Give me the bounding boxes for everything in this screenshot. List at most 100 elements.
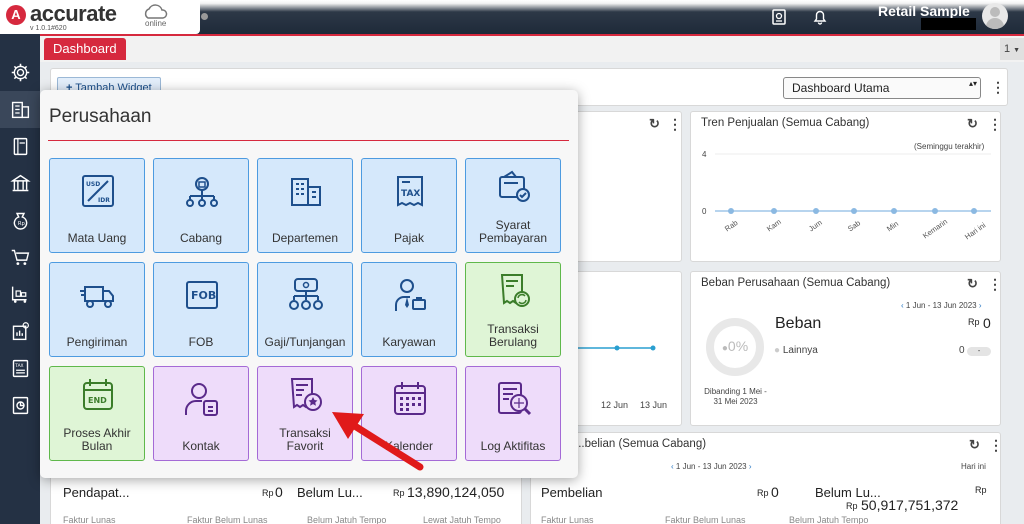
pembelian-today: Hari ini [961,462,986,471]
tren-line-chart [715,153,991,214]
refresh-icon[interactable]: ↻ [969,437,980,453]
tile-karyawan[interactable]: Karyawan [361,262,457,357]
report-icon [12,396,28,415]
belum-lunas-label: Belum Lu... [297,485,363,500]
svg-text:END: END [88,396,107,405]
tile-transaksi-berulang[interactable]: Transaksi Berulang [465,262,561,357]
sidebar-item-settings[interactable] [0,54,40,91]
book-icon [13,137,27,156]
tile-pajak[interactable]: TAX Pajak [361,158,457,253]
tile-label: Mata Uang [67,231,127,245]
beban-title: Beban Perusahaan (Semua Cabang) [701,277,891,289]
beban-range-label: 1 Jun - 13 Jun 2023 [905,301,977,310]
pendapatan-value: 0 [275,484,283,500]
activity-log-icon [498,382,532,416]
svg-text:Rp: Rp [17,221,25,227]
tile-label: Pengiriman [66,335,128,349]
tile-label: Cabang [179,231,223,245]
sidebar: Rp TAX [0,34,40,524]
tile-cabang[interactable]: Cabang [153,158,249,253]
tile-departemen[interactable]: Departemen [257,158,353,253]
svg-text:USD: USD [86,181,100,188]
widget-beban-perusahaan: Beban Perusahaan (Semua Cabang) ↻ ⋮ ‹ 1 … [690,271,1001,426]
company-name[interactable]: Retail Sample [878,3,970,19]
sidebar-item-tax[interactable]: TAX [0,350,40,387]
logo[interactable]: A accurate online v 1.0.1#620 [0,0,200,34]
chevron-down-icon: ▼ [1013,47,1021,54]
payment-terms-icon [499,170,530,202]
inbox-icon[interactable] [770,8,788,26]
tile-syarat-pembayaran[interactable]: Syarat Pembayaran [465,158,561,253]
dashboard-select[interactable]: Dashboard Utama [783,77,981,99]
tile-label: Log Aktifitas [480,439,546,453]
belum-lunas-currency: Rp [393,488,405,498]
sidebar-item-assets[interactable] [0,313,40,350]
tile-mata-uang[interactable]: USD IDR Mata Uang [49,158,145,253]
buildings-icon [291,178,321,206]
tile-gaji-tunjangan[interactable]: Gaji/Tunjangan [257,262,353,357]
building-chart-icon [12,322,29,341]
company-icon [11,101,29,119]
pendapatan-currency: Rp [262,488,274,498]
beban-other-amount: 0 [959,345,965,356]
money-bag-icon: Rp [13,212,27,230]
tile-label: Gaji/Tunjangan [264,335,346,349]
tab-dashboard[interactable]: Dashboard [44,38,126,60]
recurring-transaction-icon [500,274,530,307]
tile-label: Pajak [393,231,425,245]
logo-sub: online [145,19,167,28]
pembelian-range[interactable]: ‹ 1 Jun - 13 Jun 2023 › [671,462,752,471]
svg-text:IDR: IDR [98,197,110,204]
toolbar-menu-icon[interactable]: ⋮ [991,80,1005,94]
widget-menu-icon[interactable]: ⋮ [668,117,681,131]
tax-icon: TAX [12,359,28,378]
perusahaan-menu: Perusahaan USD IDR Mata Uang Cabang Depar… [40,90,578,478]
version-label: v 1.0.1#620 [30,25,67,32]
tile-label: Syarat Pembayaran [478,218,548,245]
sidebar-item-reports[interactable] [0,387,40,424]
pembelian-label: Pembelian [541,485,603,500]
foot-label: Faktur Belum Lunas [665,515,746,524]
tile-fob[interactable]: FOB FOB [153,262,249,357]
foot-label: Faktur Lunas [63,515,116,524]
bank-icon [9,174,31,192]
bell-icon[interactable] [811,8,829,26]
sidebar-item-inventory[interactable] [0,276,40,313]
sidebar-item-bank[interactable] [0,165,40,202]
beban-currency: Rp [968,317,980,327]
sidebar-item-company[interactable] [0,91,40,128]
foot-label: Belum Jatuh Tempo [789,515,869,524]
tile-log-aktifitas[interactable]: Log Aktifitas [465,366,561,461]
avatar[interactable] [982,3,1008,29]
sidebar-item-book[interactable] [0,128,40,165]
gear-icon [11,63,29,82]
red-arrow-annotation [332,412,424,471]
sidebar-item-sales[interactable]: Rp [0,202,40,239]
employee-icon [395,279,426,311]
widget-menu-icon[interactable]: ⋮ [989,438,1000,452]
tile-pengiriman[interactable]: Pengiriman [49,262,145,357]
tile-label: Proses Akhir Bulan [63,426,131,453]
tile-label: Karyawan [382,335,436,349]
pembelian-title: ...belian (Semua Cabang) [575,438,707,450]
belum-lunas-currency: Rp [846,501,858,511]
tile-kontak[interactable]: Kontak [153,366,249,461]
tab-count[interactable]: 1 ▼ [1000,38,1024,60]
sidebar-item-purchase[interactable] [0,239,40,276]
refresh-icon[interactable]: ↻ [967,276,978,292]
currency-exchange-icon: USD IDR [82,175,114,207]
warehouse-cart-icon [11,286,27,303]
tile-proses-akhir-bulan[interactable]: END Proses Akhir Bulan [49,366,145,461]
belum-lunas-value: 13,890,124,050 [407,484,505,500]
refresh-icon[interactable]: ↻ [649,116,660,132]
widget-pembelian: ...belian (Semua Cabang) ↻ ⋮ ‹ 1 Jun - 1… [530,432,1001,524]
belum-lunas-currency: Rp [975,485,987,495]
legend-dot-icon: ● [774,345,781,356]
salary-icon [289,278,323,310]
beban-amount: 0 [983,315,991,331]
top-bar: A accurate online v 1.0.1#620 Retail Sam… [0,0,1024,34]
beban-range[interactable]: ‹ 1 Jun - 13 Jun 2023 › [901,301,982,310]
widget-menu-icon[interactable]: ⋮ [988,277,1000,291]
beban-other: ● Lainnya [774,345,818,356]
svg-text:TAX: TAX [14,363,23,369]
